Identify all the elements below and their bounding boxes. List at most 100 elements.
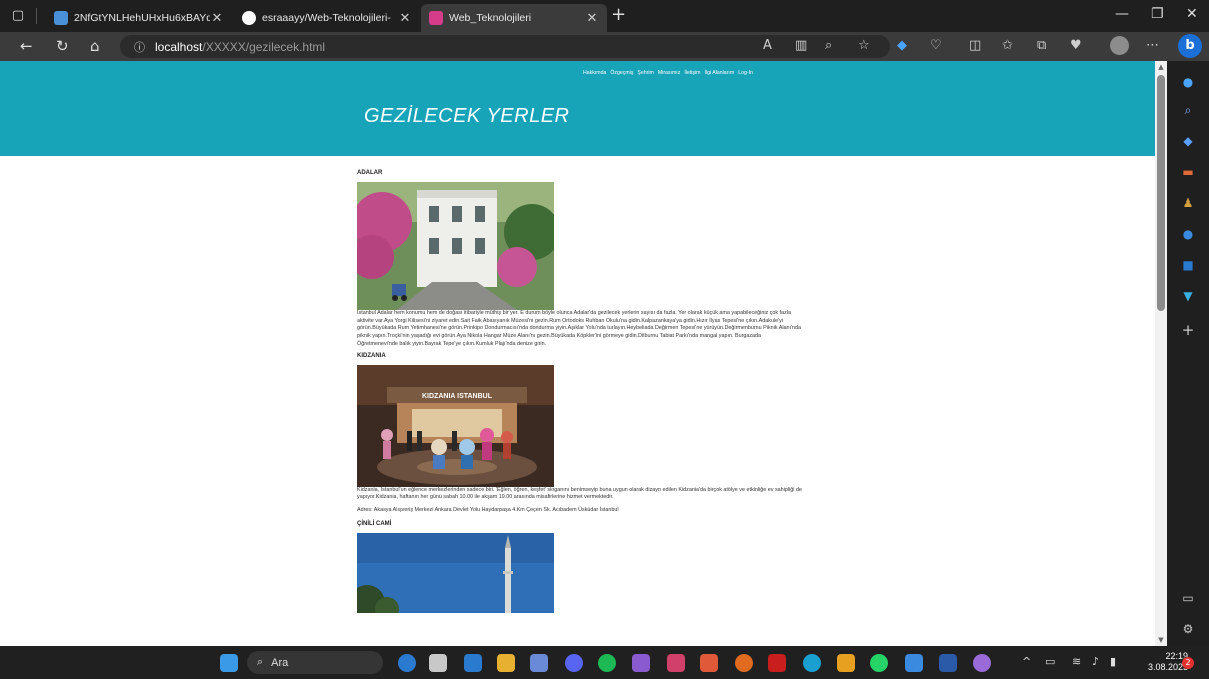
page-title: GEZİLECEK YERLER xyxy=(364,105,570,127)
tab-3-active[interactable]: Web_Teknolojileri ✕ xyxy=(421,4,607,32)
keyboard-icon[interactable]: ▭ xyxy=(1045,655,1055,669)
read-aloud-icon[interactable]: A xyxy=(763,39,772,53)
url-path: /XXXXX/gezilecek.html xyxy=(202,39,326,54)
windows-start-icon[interactable] xyxy=(220,654,238,672)
search-label: Ara xyxy=(271,656,289,669)
copilot-icon[interactable]: b xyxy=(1178,34,1202,58)
close-window-icon[interactable]: ✕ xyxy=(1186,6,1198,22)
split-screen-icon[interactable]: ◫ xyxy=(969,39,981,53)
zoom-icon[interactable]: ⌕ xyxy=(825,39,832,53)
page-scrollbar[interactable]: ▲ ▼ xyxy=(1155,61,1167,646)
visual-studio-icon[interactable] xyxy=(632,654,650,672)
netflix-icon[interactable] xyxy=(768,654,786,672)
performance-icon[interactable]: ♥ xyxy=(1070,39,1082,53)
tab-bar: ▢ 2NfGtYNLHehUHxHu6xBAYdJNP ✕ esraaayy/W… xyxy=(0,0,1209,32)
tab-divider xyxy=(36,8,37,24)
outlook-icon[interactable]: ■ xyxy=(1180,258,1196,272)
edge-sidebar: ● ⌕ ◆ ▬ ♟ ● ■ ▼ + ▭ ⚙ xyxy=(1167,61,1209,646)
taskbar-search[interactable]: ⌕ Ara xyxy=(247,651,383,674)
add-sidebar-app-icon[interactable]: + xyxy=(1180,323,1196,338)
wifi-icon[interactable]: ≋ xyxy=(1072,655,1081,669)
nav-link-login[interactable]: Log-In xyxy=(738,70,753,76)
close-tab-icon[interactable]: ✕ xyxy=(398,10,412,26)
new-tab-icon[interactable]: + xyxy=(611,6,626,24)
nav-link-ozgecmis[interactable]: Özgeçmiş xyxy=(610,70,633,76)
collections-icon[interactable]: ⧉ xyxy=(1037,39,1046,53)
github-desktop-icon[interactable] xyxy=(973,654,991,672)
copilot-taskbar-icon[interactable] xyxy=(398,654,416,672)
hide-sidebar-icon[interactable]: ▭ xyxy=(1180,591,1196,605)
adalar-description: İstanbul Adalar hem konumu hem de doğası… xyxy=(357,310,802,347)
home-icon[interactable]: ⌂ xyxy=(90,38,100,54)
edge-icon[interactable] xyxy=(803,654,821,672)
cinili-cami-photo xyxy=(357,532,554,613)
site-header: Hakkımda Özgeçmiş Şehrim Mirasımız İleti… xyxy=(0,61,1155,156)
close-tab-icon[interactable]: ✕ xyxy=(210,10,224,26)
tab-title: Web_Teknolojileri xyxy=(449,12,532,24)
minimize-icon[interactable]: — xyxy=(1115,6,1129,22)
nav-link-iletisim[interactable]: İletişim xyxy=(684,70,700,76)
tab-actions-icon[interactable]: ▢ xyxy=(10,8,26,24)
vscode-icon[interactable] xyxy=(464,654,482,672)
nav-link-sehrim[interactable]: Şehrim xyxy=(637,70,653,76)
nav-link-hakkimda[interactable]: Hakkımda xyxy=(583,70,606,76)
site-info-icon[interactable]: ⓘ xyxy=(134,39,145,55)
url-host: localhost xyxy=(155,39,203,54)
refresh-icon[interactable]: ↻ xyxy=(56,38,69,54)
volume-icon[interactable]: ♪ xyxy=(1092,655,1099,669)
browser-essentials-icon[interactable]: ♡ xyxy=(930,39,942,53)
task-view-icon[interactable] xyxy=(429,654,447,672)
nav-link-mirasimiz[interactable]: Mirasımız xyxy=(658,70,680,76)
shopping-tag-icon[interactable]: ◆ xyxy=(1180,134,1196,148)
chrome-icon[interactable] xyxy=(735,654,753,672)
page-content: ADALAR İstanbul Adalar hem konumu hem de… xyxy=(357,170,802,613)
page-viewport: Hakkımda Özgeçmiş Şehrim Mirasımız İleti… xyxy=(0,61,1167,646)
kidzania-image: KIDZANIA ISTANBUL xyxy=(357,364,554,487)
battery-icon[interactable]: ▮ xyxy=(1110,655,1116,669)
extension-icon[interactable]: ◆ xyxy=(897,39,907,53)
back-icon[interactable]: ← xyxy=(20,38,33,54)
scrollbar-thumb[interactable] xyxy=(1157,75,1165,311)
profile-avatar[interactable] xyxy=(1110,36,1129,55)
site-nav: Hakkımda Özgeçmiş Şehrim Mirasımız İleti… xyxy=(583,70,753,76)
close-tab-icon[interactable]: ✕ xyxy=(585,10,599,26)
tab-title: 2NfGtYNLHehUHxHu6xBAYdJNP xyxy=(74,12,210,24)
document-icon xyxy=(54,11,68,25)
favorites-icon[interactable]: ✩ xyxy=(1002,39,1013,53)
tab-title: esraaayy/Web-Teknolojileri- xyxy=(262,12,391,24)
file-explorer-icon[interactable] xyxy=(497,654,515,672)
tab-1[interactable]: 2NfGtYNLHehUHxHu6xBAYdJNP ✕ xyxy=(46,4,232,32)
discord-icon[interactable] xyxy=(565,654,583,672)
notification-bell-icon[interactable]: ● xyxy=(1180,75,1196,89)
mail-icon[interactable] xyxy=(905,654,923,672)
adalar-photo xyxy=(357,182,554,310)
games-icon[interactable]: ♟ xyxy=(1180,196,1196,210)
tab-2[interactable]: esraaayy/Web-Teknolojileri- ✕ xyxy=(234,4,420,32)
more-menu-icon[interactable]: ⋯ xyxy=(1146,39,1159,53)
search-icon[interactable]: ⌕ xyxy=(1180,103,1196,117)
nav-link-ilgi-alanlarim[interactable]: İlgi Alanlarım xyxy=(704,70,734,76)
notification-badge[interactable]: 2 xyxy=(1182,657,1194,669)
drop-icon[interactable]: ▼ xyxy=(1180,289,1196,303)
app-icon[interactable] xyxy=(530,654,548,672)
cinili-cami-image xyxy=(357,532,554,613)
address-bar[interactable]: ⓘ localhost /XXXXX/gezilecek.html xyxy=(120,35,890,58)
favorite-star-icon[interactable]: ☆ xyxy=(858,39,870,53)
section-heading-cinili-cami: ÇİNİLİ CAMİ xyxy=(357,520,392,527)
spotify-icon[interactable] xyxy=(598,654,616,672)
scroll-down-icon[interactable]: ▼ xyxy=(1157,636,1165,644)
sidebar-settings-icon[interactable]: ⚙ xyxy=(1180,622,1196,636)
calendar-app-icon[interactable] xyxy=(667,654,685,672)
scroll-up-icon[interactable]: ▲ xyxy=(1157,63,1165,71)
github-icon xyxy=(242,11,256,25)
tray-overflow-icon[interactable]: ^ xyxy=(1022,655,1031,669)
media-app-icon[interactable] xyxy=(700,654,718,672)
restore-icon[interactable]: ❐ xyxy=(1151,6,1164,22)
whatsapp-icon[interactable] xyxy=(870,654,888,672)
copilot-sidebar-icon[interactable]: ● xyxy=(1180,227,1196,241)
kidzania-photo: KIDZANIA ISTANBUL xyxy=(357,364,554,487)
reader-view-icon[interactable]: ▥ xyxy=(795,39,807,53)
office-app-icon[interactable] xyxy=(837,654,855,672)
tools-icon[interactable]: ▬ xyxy=(1180,165,1196,179)
word-icon[interactable] xyxy=(939,654,957,672)
